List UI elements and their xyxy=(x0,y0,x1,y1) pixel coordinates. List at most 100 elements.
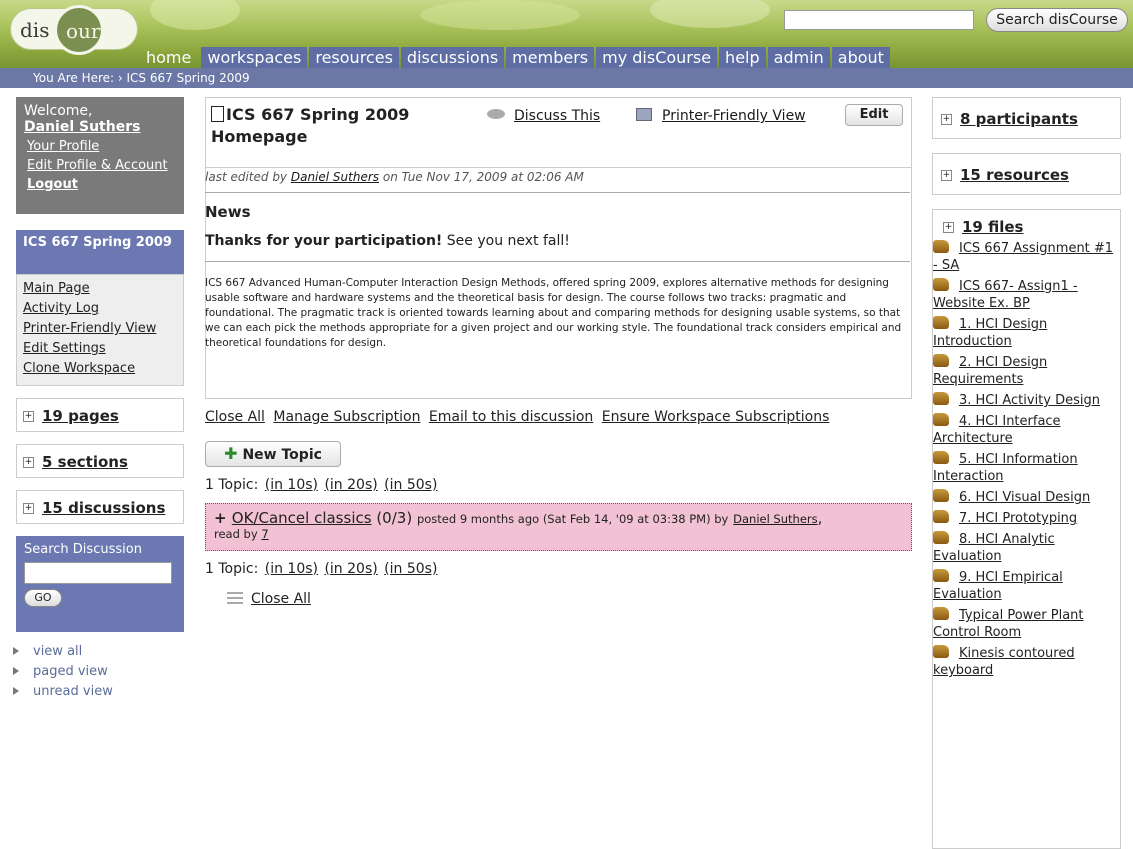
email-discussion-link[interactable]: Email to this discussion xyxy=(429,409,593,425)
edit-profile-link[interactable]: Edit Profile & Account xyxy=(27,158,176,173)
site-search-button[interactable]: Search disCourse xyxy=(986,8,1128,32)
files-link[interactable]: 19 files xyxy=(962,218,1023,236)
paged-view-label: paged view xyxy=(33,664,108,679)
your-profile-link[interactable]: Your Profile xyxy=(27,139,176,154)
go-button[interactable]: GO xyxy=(24,589,62,607)
triangle-right-icon xyxy=(13,687,19,695)
edit-button[interactable]: Edit xyxy=(845,104,903,126)
speech-bubble-icon xyxy=(487,109,505,119)
unread-view-link[interactable]: unread view xyxy=(13,684,184,699)
participants-box[interactable]: +8 participants xyxy=(932,97,1121,139)
file-link[interactable]: Typical Power Plant Control Room xyxy=(933,607,1120,641)
left-sidebar: Welcome, Daniel Suthers Your Profile Edi… xyxy=(13,97,184,704)
file-label: 4. HCI Interface Architecture xyxy=(933,414,1061,446)
file-link[interactable]: ICS 667 Assignment #1 - SA xyxy=(933,240,1120,274)
expand-icon[interactable]: + xyxy=(23,411,34,422)
close-all-bottom-link[interactable]: Close All xyxy=(227,591,912,607)
discourse-logo[interactable]: dis ourse xyxy=(10,5,138,55)
edit-settings-link[interactable]: Edit Settings xyxy=(23,341,177,356)
expand-icon[interactable]: + xyxy=(23,457,34,468)
last-edited-user-link[interactable]: Daniel Suthers xyxy=(291,170,379,184)
file-link[interactable]: 2. HCI Design Requirements xyxy=(933,354,1120,388)
breadcrumb-text[interactable]: You Are Here: › ICS 667 Spring 2009 xyxy=(33,71,250,85)
breadcrumb: You Are Here: › ICS 667 Spring 2009 xyxy=(0,68,1133,88)
topic-meta: posted 9 months ago (Sat Feb 14, '09 at … xyxy=(416,512,729,526)
logo-text: ourse xyxy=(66,19,123,43)
expand-icon[interactable]: + xyxy=(941,114,952,125)
file-link[interactable]: 3. HCI Activity Design xyxy=(933,392,1120,409)
files-box: +19 files ICS 667 Assignment #1 - SA ICS … xyxy=(932,209,1121,849)
pager-10s[interactable]: (in 10s) xyxy=(265,561,318,577)
file-label: 9. HCI Empirical Evaluation xyxy=(933,570,1063,602)
file-link[interactable]: 5. HCI Information Interaction xyxy=(933,451,1120,485)
nav-my-discourse[interactable]: my disCourse xyxy=(596,47,718,69)
activity-log-link[interactable]: Activity Log xyxy=(23,301,177,316)
read-by-count-link[interactable]: 7 xyxy=(261,527,268,541)
pager-20s[interactable]: (in 20s) xyxy=(324,477,377,493)
file-link[interactable]: 6. HCI Visual Design xyxy=(933,489,1120,506)
new-topic-button[interactable]: ✚ New Topic xyxy=(205,441,341,467)
main-page-link[interactable]: Main Page xyxy=(23,281,177,296)
discussions-count-box[interactable]: +15 discussions xyxy=(16,490,184,524)
pages-count-link[interactable]: 19 pages xyxy=(42,407,119,425)
close-all-link[interactable]: Close All xyxy=(205,409,265,425)
view-all-link[interactable]: view all xyxy=(13,644,184,659)
ensure-subscriptions-link[interactable]: Ensure Workspace Subscriptions xyxy=(602,409,830,425)
topic-row[interactable]: + OK/Cancel classics (0/3) posted 9 mont… xyxy=(205,503,912,551)
collapse-icon[interactable]: + xyxy=(943,222,954,233)
nav-about[interactable]: about xyxy=(831,47,890,69)
file-link[interactable]: ICS 667- Assign1 - Website Ex. BP xyxy=(933,278,1120,312)
nav-resources[interactable]: resources xyxy=(309,47,399,69)
expand-icon[interactable]: + xyxy=(23,503,34,514)
file-link[interactable]: 1. HCI Design Introduction xyxy=(933,316,1120,350)
discuss-this-link[interactable]: Discuss This xyxy=(487,108,600,124)
expand-topic-icon[interactable]: + xyxy=(214,509,232,527)
file-link[interactable]: Kinesis contoured keyboard xyxy=(933,645,1120,679)
pager-50s[interactable]: (in 50s) xyxy=(384,561,437,577)
sections-count-box[interactable]: +5 sections xyxy=(16,444,184,478)
page-title-text: ICS 667 Spring 2009 Homepage xyxy=(211,105,410,146)
nav-discussions[interactable]: discussions xyxy=(400,47,505,69)
pager-10s[interactable]: (in 10s) xyxy=(265,477,318,493)
sections-count-link[interactable]: 5 sections xyxy=(42,453,128,471)
triangle-right-icon xyxy=(13,647,19,655)
last-edited-date: on Tue Nov 17, 2009 at 02:06 AM xyxy=(379,170,584,184)
participants-link[interactable]: 8 participants xyxy=(960,110,1078,128)
nav-help[interactable]: help xyxy=(719,47,766,69)
header-foliage xyxy=(150,0,240,30)
nav-home[interactable]: home xyxy=(140,47,197,69)
resources-link[interactable]: 15 resources xyxy=(960,166,1069,184)
resources-box[interactable]: +15 resources xyxy=(932,153,1121,195)
discussions-count-link[interactable]: 15 discussions xyxy=(42,499,165,517)
close-all-label: Close All xyxy=(251,591,311,607)
file-link[interactable]: 4. HCI Interface Architecture xyxy=(933,413,1120,447)
file-link[interactable]: 8. HCI Analytic Evaluation xyxy=(933,531,1120,565)
printer-friendly-link[interactable]: Printer-Friendly View xyxy=(23,321,177,336)
topic-author-link[interactable]: Daniel Suthers xyxy=(733,512,818,526)
site-search-input[interactable] xyxy=(784,10,974,30)
file-link[interactable]: 7. HCI Prototyping xyxy=(933,510,1120,527)
discuss-this-label: Discuss This xyxy=(514,108,601,124)
file-label: ICS 667 Assignment #1 - SA xyxy=(933,241,1114,273)
nav-members[interactable]: members xyxy=(506,47,595,69)
nav-admin[interactable]: admin xyxy=(767,47,830,69)
folder-icon xyxy=(933,489,949,502)
logout-link[interactable]: Logout xyxy=(27,177,176,192)
pager-20s[interactable]: (in 20s) xyxy=(324,561,377,577)
nav-workspaces[interactable]: workspaces xyxy=(201,47,308,69)
clone-workspace-link[interactable]: Clone Workspace xyxy=(23,361,177,376)
topic-title-link[interactable]: OK/Cancel classics xyxy=(232,509,372,527)
file-label: Typical Power Plant Control Room xyxy=(933,608,1084,640)
topic-pager-bottom: 1 Topic: (in 10s) (in 20s) (in 50s) xyxy=(205,561,912,577)
folder-icon xyxy=(933,413,949,426)
document-icon xyxy=(211,106,224,122)
pager-50s[interactable]: (in 50s) xyxy=(384,477,437,493)
expand-icon[interactable]: + xyxy=(941,170,952,181)
user-name-link[interactable]: Daniel Suthers xyxy=(24,119,176,135)
printer-friendly-view-link[interactable]: Printer-Friendly View xyxy=(636,108,806,124)
pages-count-box[interactable]: +19 pages xyxy=(16,398,184,432)
file-link[interactable]: 9. HCI Empirical Evaluation xyxy=(933,569,1120,603)
paged-view-link[interactable]: paged view xyxy=(13,664,184,679)
manage-subscription-link[interactable]: Manage Subscription xyxy=(273,409,420,425)
search-discussion-input[interactable] xyxy=(24,562,172,584)
